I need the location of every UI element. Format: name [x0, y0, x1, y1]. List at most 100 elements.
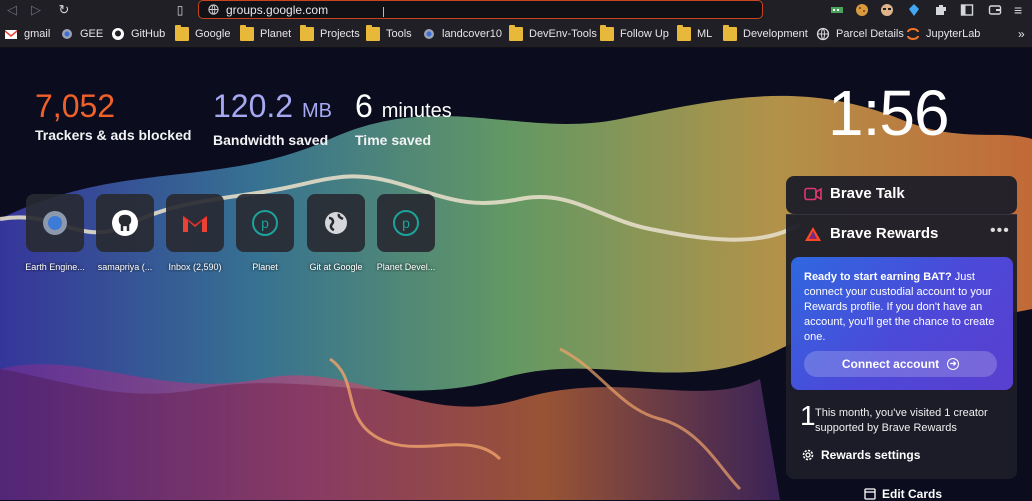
earth-engine-icon [43, 211, 67, 235]
folder-icon [366, 25, 380, 41]
folder-icon [300, 25, 314, 41]
jupyter-icon [907, 28, 919, 40]
forward-icon[interactable]: ▷ [28, 2, 44, 18]
bat-triangle-icon [805, 227, 821, 241]
creators-visited-text: This month, you've visited 1 creator sup… [815, 407, 988, 434]
folder-icon [509, 25, 523, 41]
top-site-name: Planet Devel... [376, 262, 436, 272]
github-icon [112, 28, 124, 40]
stat-time: 6 minutes Time saved [355, 87, 452, 148]
top-site-name: Earth Engine... [25, 262, 85, 272]
bookmark-folder[interactable]: Development [723, 25, 808, 42]
more-bookmarks-icon[interactable]: » [1018, 26, 1025, 42]
planet-icon: p [393, 210, 419, 236]
time-label: Time saved [355, 132, 432, 148]
clock: 1:56 [828, 77, 950, 149]
bookmark-label: Development [743, 28, 808, 40]
top-site[interactable]: Inbox (2,590) [160, 194, 230, 272]
sidebar-icon[interactable] [960, 3, 974, 17]
top-site-tile[interactable]: p [236, 194, 294, 252]
bookmark-label: gmail [24, 28, 51, 40]
trackers-label: Trackers & ads blocked [35, 127, 192, 143]
bookmark-folder[interactable]: Tools [366, 25, 412, 42]
top-site-tile[interactable] [96, 194, 154, 252]
bookmark-folder[interactable]: DevEnv-Tools [509, 25, 597, 42]
menu-icon[interactable]: ≡ [1014, 3, 1028, 17]
gmail-icon [5, 30, 17, 39]
top-site[interactable]: p Planet Devel... [371, 194, 441, 272]
edit-cards-label: Edit Cards [882, 487, 943, 501]
more-options-icon[interactable]: ••• [990, 222, 1010, 240]
ext-diamond-icon[interactable] [907, 3, 921, 17]
folder-icon [240, 25, 254, 41]
bookmark-label: Projects [320, 28, 360, 40]
connect-account-button[interactable]: Connect account ➜ [804, 351, 997, 377]
gear-icon [62, 29, 72, 39]
brave-talk-title: Brave Talk [830, 185, 905, 202]
bookmark-item[interactable]: GEE [60, 26, 103, 42]
top-site[interactable]: Git at Google [301, 194, 371, 272]
bookmarks-bar: gmail GEE GitHub Google Planet Projects … [0, 20, 1032, 48]
bookmark-label: JupyterLab [926, 28, 981, 40]
bookmark-folder[interactable]: ML [677, 25, 713, 42]
edit-cards-button[interactable]: Edit Cards [864, 487, 942, 501]
edit-cards-icon [864, 488, 876, 500]
url-text[interactable]: groups.google.com [226, 2, 328, 18]
bookmark-item[interactable]: Parcel Details [816, 26, 904, 42]
globe-icon [325, 212, 347, 234]
text-cursor [383, 7, 384, 17]
bookmark-label: ML [697, 28, 713, 40]
ext-cookie-icon[interactable] [855, 3, 869, 17]
video-camera-icon [804, 187, 822, 201]
bookmark-label: Planet [260, 28, 292, 40]
folder-icon [175, 25, 189, 41]
folder-icon [723, 25, 737, 41]
top-site-name: samapriya (... [97, 262, 153, 272]
bookmark-label: Parcel Details [836, 28, 904, 40]
top-site-name: Git at Google [309, 262, 363, 272]
folder-icon [677, 25, 691, 41]
bookmark-label: GitHub [131, 28, 166, 40]
bookmark-item[interactable]: landcover10 [422, 26, 502, 42]
brave-talk-card[interactable]: Brave Talk [786, 176, 1017, 214]
bookmark-folder[interactable]: Projects [300, 25, 360, 42]
address-bar[interactable]: groups.google.com [198, 0, 763, 19]
back-icon[interactable]: ◁ [4, 2, 20, 18]
top-site-tile[interactable] [307, 194, 365, 252]
bookmark-folder[interactable]: Google [175, 25, 230, 42]
top-site[interactable]: p Planet [230, 194, 300, 272]
gear-icon [802, 449, 814, 461]
bookmark-icon[interactable]: ▯ [172, 2, 188, 18]
rewards-settings-label: Rewards settings [821, 448, 921, 462]
top-site-name: Planet [252, 262, 278, 272]
github-icon [112, 210, 138, 236]
reload-icon[interactable]: ↻ [56, 2, 72, 18]
top-site-tile[interactable] [26, 194, 84, 252]
top-site-tile[interactable] [166, 194, 224, 252]
extensions-icon[interactable] [934, 3, 948, 17]
bookmark-item[interactable]: GitHub [111, 26, 165, 42]
ext-face-icon[interactable] [880, 3, 894, 17]
bookmark-folder[interactable]: Planet [240, 25, 292, 42]
bookmark-label: GEE [80, 28, 104, 40]
stat-bandwidth: 120.2 MB Bandwidth saved [213, 87, 332, 148]
top-site-tile[interactable]: p [377, 194, 435, 252]
promo-headline: Ready to start earning BAT? [804, 271, 952, 283]
bookmark-folder[interactable]: Follow Up [600, 25, 669, 42]
wallet-icon[interactable] [988, 3, 1002, 17]
bookmark-item[interactable]: JupyterLab [906, 26, 980, 42]
site-info-icon[interactable] [208, 4, 219, 15]
bookmark-item[interactable]: gmail [4, 26, 50, 42]
bandwidth-unit: MB [301, 100, 332, 122]
bookmark-label: Follow Up [620, 28, 669, 40]
svg-text:p: p [402, 215, 410, 231]
top-site[interactable]: Earth Engine... [20, 194, 90, 272]
rewards-promo: Ready to start earning BAT? Just connect… [791, 257, 1013, 390]
top-site[interactable]: samapriya (... [90, 194, 160, 272]
time-value: 6 [355, 88, 373, 124]
folder-icon [600, 25, 614, 41]
creators-visited-count: 1 [800, 400, 816, 431]
gear-icon [424, 29, 434, 39]
rewards-settings-link[interactable]: Rewards settings [801, 448, 920, 462]
ext-grid-icon[interactable] [830, 3, 844, 17]
